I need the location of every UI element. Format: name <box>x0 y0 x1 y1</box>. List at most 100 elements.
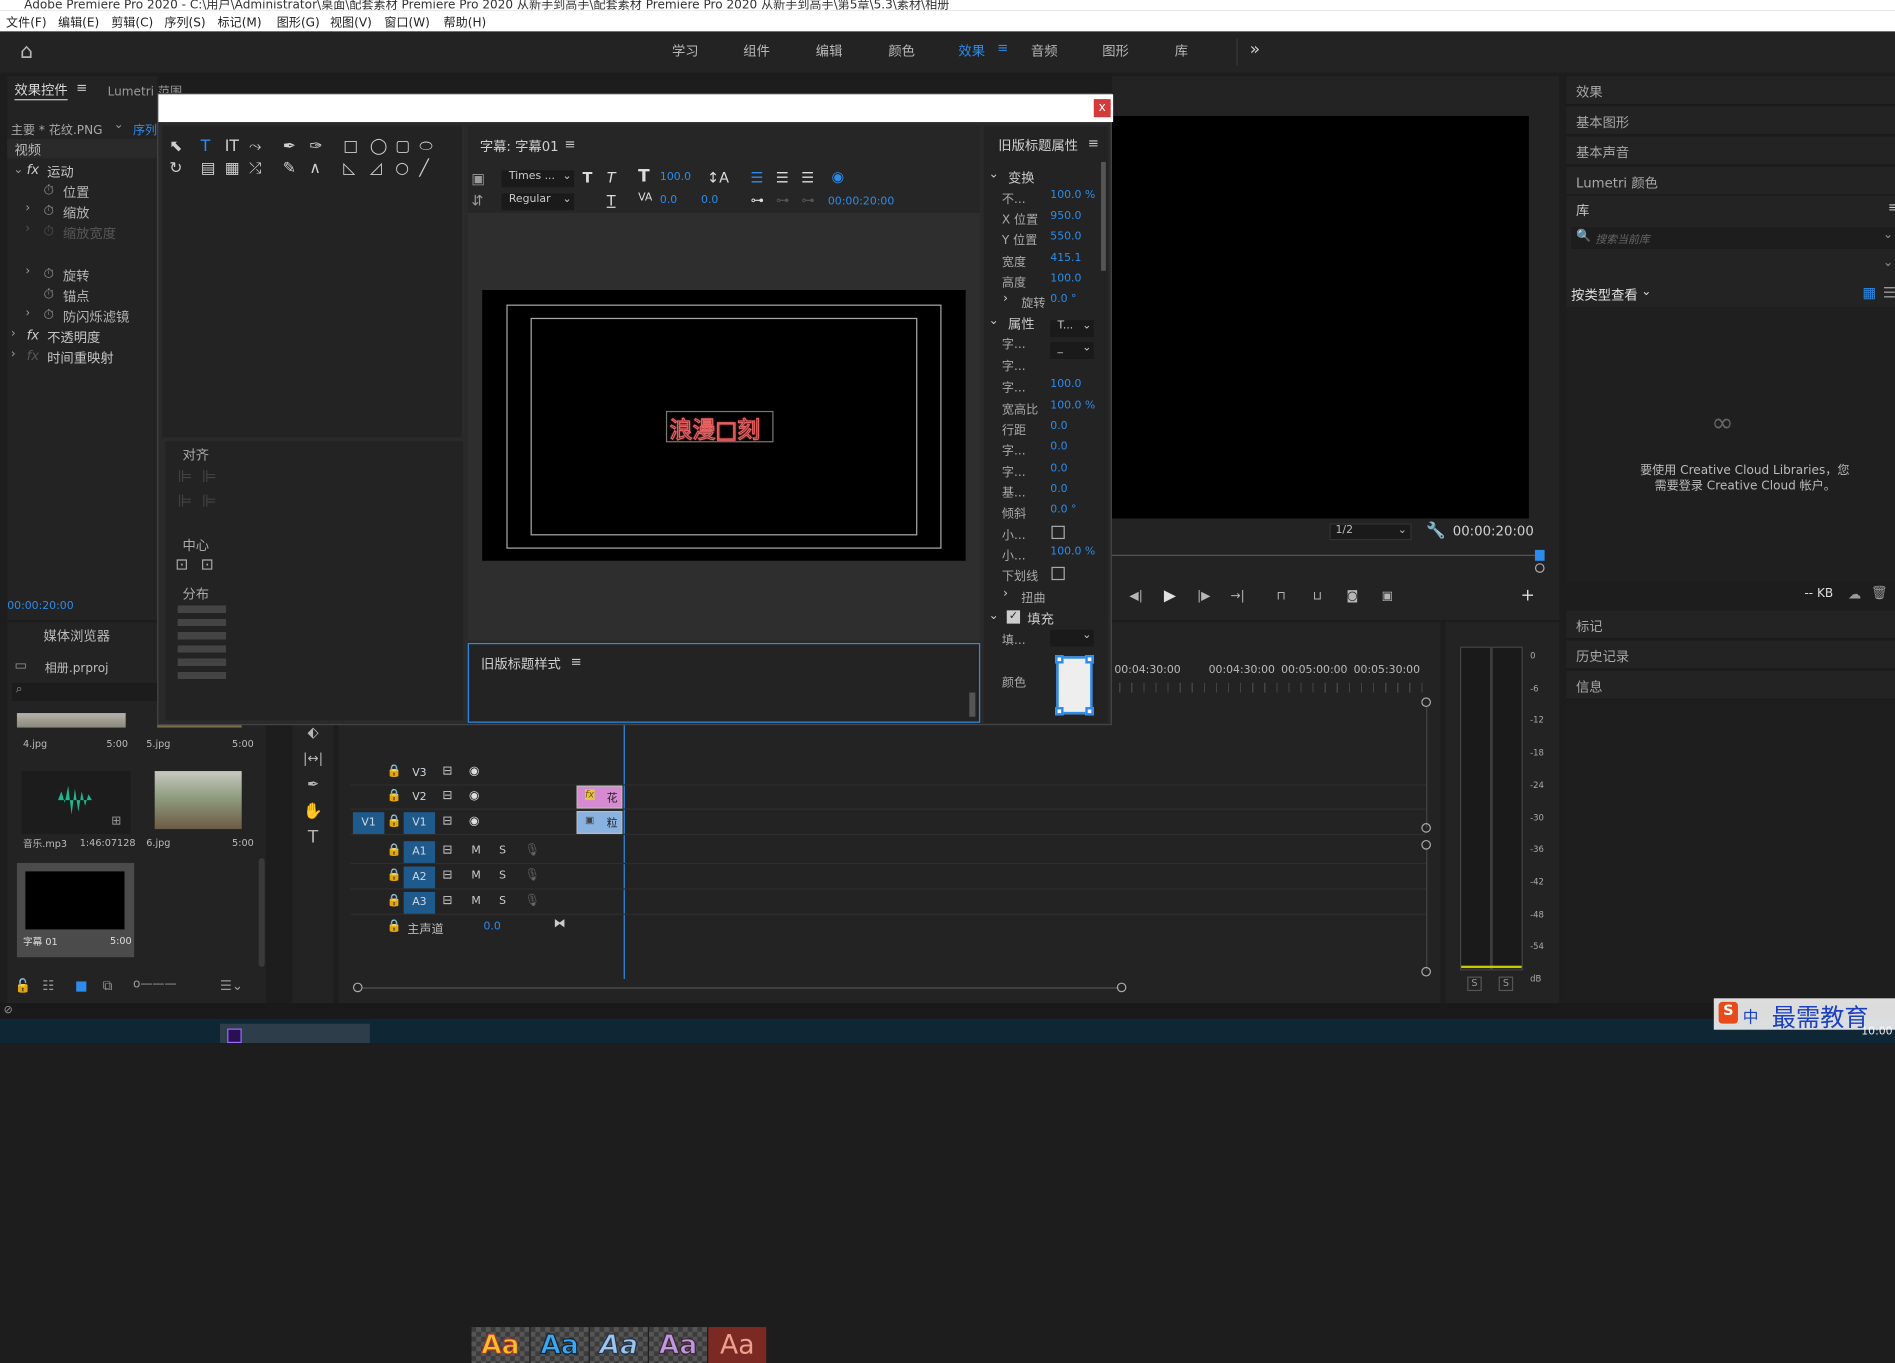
tab-stops-icon[interactable]: ⊶ <box>751 192 764 208</box>
collapse-icon[interactable]: ⌄ <box>989 314 999 327</box>
go-to-out-icon[interactable]: →| <box>1228 587 1247 604</box>
title-timecode[interactable]: 00:00:20:00 <box>828 196 894 208</box>
collapse-icon[interactable]: ⌄ <box>13 163 23 176</box>
tab-effect-controls[interactable]: 效果控件 <box>14 80 68 101</box>
menu-item[interactable]: 帮助(H) <box>444 12 487 30</box>
step-back-icon[interactable]: ◀| <box>1126 587 1145 604</box>
rounded-rect-icon[interactable]: ◯ <box>370 138 388 156</box>
fill-color-swatch[interactable] <box>1055 655 1094 716</box>
track-target-v1[interactable]: V1 <box>403 812 436 834</box>
lock-icon[interactable]: 🔒 <box>387 815 402 828</box>
thumb-title-selected[interactable]: 字幕 01 5:00 <box>16 862 135 958</box>
path-type-icon[interactable]: ⤳ <box>249 138 262 156</box>
thumb-4[interactable] <box>16 713 126 728</box>
solo-right-button[interactable]: S <box>1498 976 1514 992</box>
freeform-view-icon[interactable]: ⧉ <box>103 978 112 995</box>
selection-tool-icon[interactable]: ⬉ <box>169 138 182 156</box>
taskbar-app-premiere[interactable] <box>219 1023 370 1044</box>
eye-icon[interactable]: ◉ <box>469 815 480 828</box>
menu-icon[interactable]: ≡ <box>997 40 1008 56</box>
panel-history[interactable]: 历史记录 <box>1566 640 1895 670</box>
master-volume[interactable]: 0.0 <box>483 921 500 933</box>
style-swatch[interactable]: Aa <box>589 1327 648 1363</box>
expand-icon[interactable]: › <box>25 202 30 215</box>
collapse-icon[interactable]: ⌄ <box>989 609 999 622</box>
trash-icon[interactable]: 🗑 <box>1871 585 1888 601</box>
style-swatch[interactable]: Aa <box>530 1327 589 1363</box>
panel-effects[interactable]: 效果 <box>1566 76 1895 106</box>
search-input[interactable]: 搜索当前库 <box>1595 231 1649 246</box>
pen-tool-icon[interactable]: ✒ <box>302 775 324 794</box>
menu-icon[interactable]: ≡ <box>564 137 575 153</box>
expand-icon[interactable]: › <box>1003 292 1008 305</box>
font-size-value[interactable]: 100.0 <box>660 172 691 184</box>
grid-view-icon[interactable]: ▦ <box>1862 284 1876 301</box>
panel-markers[interactable]: 标记 <box>1566 610 1895 640</box>
tab-media-browser[interactable]: 媒体浏览器 <box>44 626 110 645</box>
close-button[interactable]: x <box>1093 99 1111 118</box>
fill-type-select[interactable]: ⌄ <box>1050 629 1094 647</box>
prop-aspect-value[interactable]: 100.0 % <box>1050 400 1095 412</box>
prop-base-value[interactable]: 0.0 <box>1050 483 1067 495</box>
menu-item[interactable]: 序列(S) <box>164 12 205 30</box>
italic-icon[interactable]: T <box>607 169 616 186</box>
new-title-icon[interactable]: ▣ <box>471 170 485 187</box>
workspace-tab[interactable]: 编辑 <box>816 41 843 60</box>
menu-item[interactable]: 剪辑(C) <box>111 12 153 30</box>
leading-value[interactable]: 0.0 <box>701 195 718 207</box>
solo-left-button[interactable]: S <box>1467 976 1482 992</box>
sync-lock-icon[interactable]: ⊟ <box>442 815 452 828</box>
section-transform[interactable]: 变换 <box>1008 168 1035 187</box>
workspace-tab[interactable]: 音频 <box>1031 41 1058 60</box>
prop-kern-value[interactable]: 0.0 <box>1050 441 1067 453</box>
lift-icon[interactable]: ⊓ <box>1271 587 1290 604</box>
prop-slant-value[interactable]: 0.0 ° <box>1050 504 1076 516</box>
rate-stretch-icon[interactable]: |↔| <box>302 748 324 767</box>
menu-item[interactable]: 标记(M) <box>218 12 262 30</box>
thumb-6[interactable] <box>154 771 242 830</box>
lock-icon[interactable]: 🔓 <box>15 978 32 994</box>
prop-lead-value[interactable]: 0.0 <box>1050 421 1067 433</box>
rotate-tool-icon[interactable]: ↻ <box>169 160 182 178</box>
workspace-tab[interactable]: 学习 <box>672 41 699 60</box>
center-vertical-icon[interactable]: ⊡ <box>201 556 214 574</box>
solo-button[interactable]: S <box>499 870 506 882</box>
list-view-icon[interactable]: ☷ <box>42 978 54 994</box>
menu-icon[interactable]: ≡ <box>76 80 87 96</box>
add-anchor-icon[interactable]: ✑ <box>309 138 322 156</box>
workspace-tab[interactable]: 图形 <box>1102 41 1129 60</box>
lock-icon[interactable]: 🔒 <box>387 765 402 778</box>
eye-icon[interactable]: ◉ <box>469 789 480 802</box>
scrub-bar[interactable] <box>1111 554 1541 556</box>
expand-icon[interactable]: › <box>1003 587 1008 600</box>
zoom-slider[interactable]: o——— <box>133 978 177 991</box>
wedge-tool-icon[interactable]: ◺ <box>343 160 355 178</box>
expand-icon[interactable]: › <box>11 328 16 341</box>
bold-icon[interactable]: T <box>583 169 593 186</box>
circle-tool-icon[interactable]: ○ <box>395 160 409 178</box>
lock-icon[interactable]: 🔒 <box>387 844 402 857</box>
menu-item[interactable]: 图形(G) <box>277 12 320 30</box>
expand-icon[interactable]: › <box>25 265 30 278</box>
list-view-icon[interactable]: ☰ <box>1883 284 1895 301</box>
style-swatch[interactable]: Aa <box>471 1327 530 1363</box>
solo-button[interactable]: S <box>499 896 506 908</box>
prop-under-checkbox[interactable] <box>1051 566 1065 581</box>
prop-capsize-value[interactable]: 100.0 % <box>1050 546 1095 558</box>
icon-view-icon[interactable]: ■ <box>75 978 88 994</box>
workspace-tab[interactable]: 颜色 <box>888 41 915 60</box>
cloud-icon[interactable]: ☁ <box>1848 586 1861 602</box>
sync-lock-icon[interactable]: ⊟ <box>442 789 452 802</box>
area-type-icon[interactable]: ▤ <box>201 160 216 178</box>
scroll-handle[interactable] <box>1421 697 1431 708</box>
zoom-handle[interactable] <box>1534 563 1545 573</box>
panel-info[interactable]: 信息 <box>1566 670 1895 700</box>
chevron-down-icon[interactable]: ⌄ <box>1641 285 1651 298</box>
track-target-a1[interactable]: A1 <box>403 841 436 863</box>
microphone-icon[interactable]: 🎙 <box>525 894 540 907</box>
type-tool-icon[interactable]: T <box>302 828 324 847</box>
prop-font-select[interactable]: T... ⌄ <box>1050 320 1094 338</box>
lock-icon[interactable]: 🔒 <box>387 789 402 802</box>
prop-track-value[interactable]: 0.0 <box>1050 463 1067 475</box>
menu-icon[interactable]: ≡ <box>570 654 581 670</box>
